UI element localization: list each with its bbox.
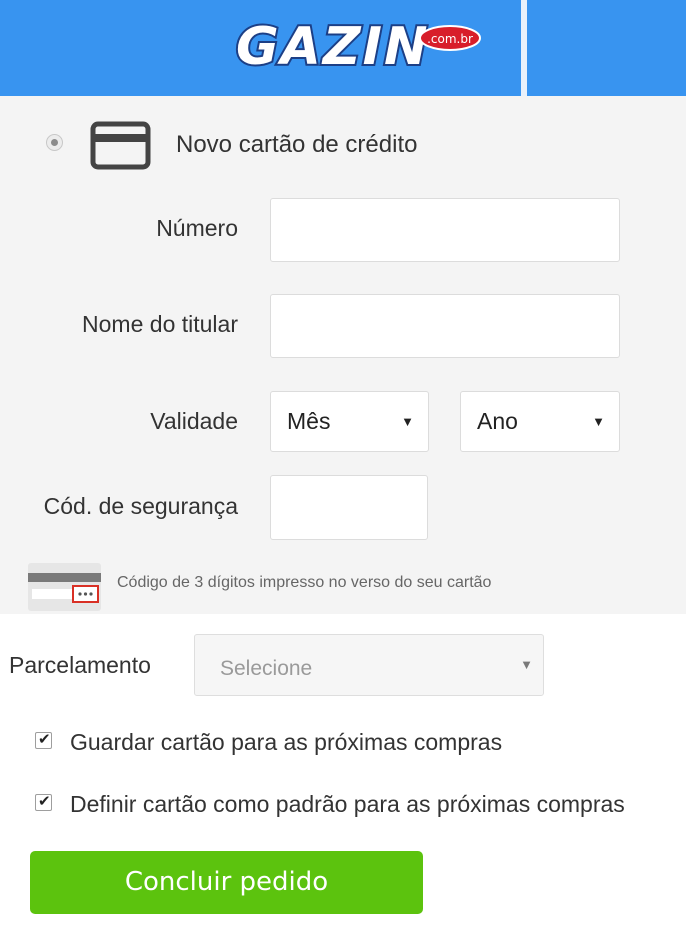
- save-card-label[interactable]: Guardar cartão para as próximas compras: [70, 729, 502, 756]
- logo-wordmark: GAZIN: [236, 17, 430, 76]
- new-card-option-label: Novo cartão de crédito: [176, 131, 418, 158]
- chevron-down-icon: ▼: [401, 414, 414, 429]
- logo-domain: .com.br: [427, 32, 473, 46]
- holder-name-input[interactable]: [270, 294, 620, 358]
- default-card-checkbox[interactable]: ✔: [35, 793, 52, 811]
- chevron-down-icon: ▼: [592, 414, 605, 429]
- validity-label: Validade: [150, 408, 238, 434]
- header-divider: [521, 0, 527, 96]
- card-number-input[interactable]: [270, 198, 620, 262]
- installments-label: Parcelamento: [9, 652, 151, 678]
- installments-placeholder: Selecione: [220, 657, 313, 680]
- gazin-logo[interactable]: GAZIN .com.br: [228, 14, 484, 76]
- complete-order-button[interactable]: Concluir pedido: [30, 851, 423, 914]
- card-back-cvv-icon: [28, 563, 101, 611]
- checkmark-icon: ✔: [38, 793, 51, 810]
- save-card-checkbox[interactable]: ✔: [35, 731, 52, 749]
- checkmark-icon: ✔: [38, 731, 51, 748]
- chevron-down-icon: ▼: [520, 657, 533, 672]
- expiry-month-value: Mês: [287, 408, 331, 434]
- expiry-year-select[interactable]: Ano ▼: [460, 391, 620, 452]
- credit-card-icon: [90, 121, 151, 170]
- expiry-month-select[interactable]: Mês ▼: [270, 391, 429, 452]
- number-label: Número: [156, 215, 238, 241]
- installments-select[interactable]: Selecione ▼: [194, 634, 544, 696]
- expiry-year-value: Ano: [477, 408, 518, 434]
- holder-name-label: Nome do titular: [82, 311, 238, 337]
- security-code-hint: Código de 3 dígitos impresso no verso do…: [117, 574, 492, 591]
- header-bar: GAZIN .com.br: [0, 0, 686, 96]
- new-card-radio[interactable]: [46, 134, 63, 151]
- security-code-input[interactable]: [270, 475, 428, 540]
- security-code-label: Cód. de segurança: [43, 493, 238, 519]
- default-card-label[interactable]: Definir cartão como padrão para as próxi…: [70, 791, 625, 818]
